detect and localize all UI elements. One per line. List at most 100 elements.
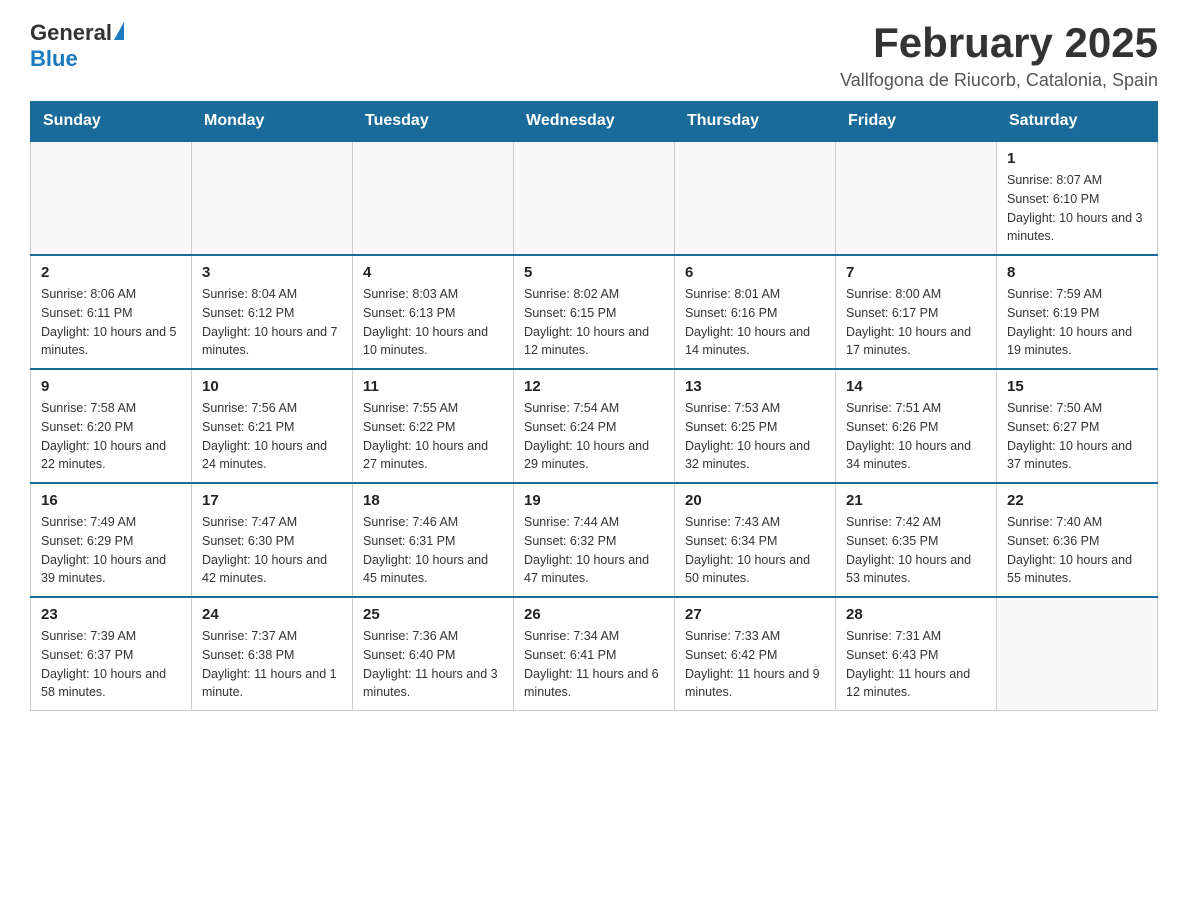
header-thursday: Thursday bbox=[675, 102, 836, 142]
calendar-title: February 2025 bbox=[840, 20, 1158, 66]
calendar-cell: 26 Sunrise: 7:34 AM Sunset: 6:41 PM Dayli… bbox=[514, 597, 675, 711]
title-block: February 2025 Vallfogona de Riucorb, Cat… bbox=[840, 20, 1158, 91]
day-info: Sunrise: 7:51 AM Sunset: 6:26 PM Dayligh… bbox=[846, 399, 986, 474]
day-number: 25 bbox=[363, 606, 503, 623]
day-info: Sunrise: 7:42 AM Sunset: 6:35 PM Dayligh… bbox=[846, 513, 986, 588]
calendar-subtitle: Vallfogona de Riucorb, Catalonia, Spain bbox=[840, 70, 1158, 91]
calendar-cell: 19Sunrise: 7:44 AM Sunset: 6:32 PM Dayli… bbox=[514, 483, 675, 597]
header-tuesday: Tuesday bbox=[353, 102, 514, 142]
day-number: 10 bbox=[202, 378, 342, 395]
day-info: Sunrise: 7:46 AM Sunset: 6:31 PM Dayligh… bbox=[363, 513, 503, 588]
day-number: 9 bbox=[41, 378, 181, 395]
calendar-cell bbox=[514, 141, 675, 255]
calendar-cell: 14 Sunrise: 7:51 AM Sunset: 6:26 PM Dayli… bbox=[836, 369, 997, 483]
calendar-cell bbox=[675, 141, 836, 255]
day-info: Sunrise: 7:55 AM Sunset: 6:22 PM Dayligh… bbox=[363, 399, 503, 474]
day-number: 16 bbox=[41, 492, 181, 509]
calendar-header-row: SundayMondayTuesdayWednesdayThursdayFrid… bbox=[31, 102, 1158, 142]
header-sunday: Sunday bbox=[31, 102, 192, 142]
day-number: 6 bbox=[685, 264, 825, 281]
calendar-cell: 20 Sunrise: 7:43 AM Sunset: 6:34 PM Dayli… bbox=[675, 483, 836, 597]
calendar-cell: 28 Sunrise: 7:31 AM Sunset: 6:43 PM Dayli… bbox=[836, 597, 997, 711]
day-number: 14 bbox=[846, 378, 986, 395]
day-number: 4 bbox=[363, 264, 503, 281]
calendar-cell: 7Sunrise: 8:00 AM Sunset: 6:17 PM Daylig… bbox=[836, 255, 997, 369]
day-info: Sunrise: 7:59 AM Sunset: 6:19 PM Dayligh… bbox=[1007, 285, 1147, 360]
calendar-cell: 22 Sunrise: 7:40 AM Sunset: 6:36 PM Dayli… bbox=[997, 483, 1158, 597]
day-info: Sunrise: 7:37 AM Sunset: 6:38 PM Dayligh… bbox=[202, 627, 342, 702]
day-number: 12 bbox=[524, 378, 664, 395]
day-number: 11 bbox=[363, 378, 503, 395]
calendar-cell: 16 Sunrise: 7:49 AM Sunset: 6:29 PM Dayli… bbox=[31, 483, 192, 597]
day-info: Sunrise: 7:43 AM Sunset: 6:34 PM Dayligh… bbox=[685, 513, 825, 588]
calendar-cell: 21 Sunrise: 7:42 AM Sunset: 6:35 PM Dayli… bbox=[836, 483, 997, 597]
day-number: 3 bbox=[202, 264, 342, 281]
day-info: Sunrise: 7:54 AM Sunset: 6:24 PM Dayligh… bbox=[524, 399, 664, 474]
calendar-table: SundayMondayTuesdayWednesdayThursdayFrid… bbox=[30, 101, 1158, 711]
day-info: Sunrise: 8:04 AM Sunset: 6:12 PM Dayligh… bbox=[202, 285, 342, 360]
day-number: 18 bbox=[363, 492, 503, 509]
calendar-week-row: 23 Sunrise: 7:39 AM Sunset: 6:37 PM Dayli… bbox=[31, 597, 1158, 711]
logo-triangle-icon bbox=[114, 22, 124, 40]
calendar-week-row: 2 Sunrise: 8:06 AM Sunset: 6:11 PM Daylig… bbox=[31, 255, 1158, 369]
day-number: 8 bbox=[1007, 264, 1147, 281]
calendar-cell: 27Sunrise: 7:33 AM Sunset: 6:42 PM Dayli… bbox=[675, 597, 836, 711]
calendar-cell bbox=[192, 141, 353, 255]
day-info: Sunrise: 7:36 AM Sunset: 6:40 PM Dayligh… bbox=[363, 627, 503, 702]
calendar-cell: 23 Sunrise: 7:39 AM Sunset: 6:37 PM Dayli… bbox=[31, 597, 192, 711]
day-info: Sunrise: 7:33 AM Sunset: 6:42 PM Dayligh… bbox=[685, 627, 825, 702]
page-header: General Blue February 2025 Vallfogona de… bbox=[30, 20, 1158, 91]
day-info: Sunrise: 7:49 AM Sunset: 6:29 PM Dayligh… bbox=[41, 513, 181, 588]
day-info: Sunrise: 8:02 AM Sunset: 6:15 PM Dayligh… bbox=[524, 285, 664, 360]
day-info: Sunrise: 7:34 AM Sunset: 6:41 PM Dayligh… bbox=[524, 627, 664, 702]
calendar-cell: 3 Sunrise: 8:04 AM Sunset: 6:12 PM Daylig… bbox=[192, 255, 353, 369]
day-number: 2 bbox=[41, 264, 181, 281]
day-number: 26 bbox=[524, 606, 664, 623]
day-number: 5 bbox=[524, 264, 664, 281]
day-number: 20 bbox=[685, 492, 825, 509]
calendar-week-row: 9 Sunrise: 7:58 AM Sunset: 6:20 PM Daylig… bbox=[31, 369, 1158, 483]
calendar-cell: 4 Sunrise: 8:03 AM Sunset: 6:13 PM Daylig… bbox=[353, 255, 514, 369]
logo-general-text: General bbox=[30, 20, 112, 46]
day-info: Sunrise: 7:50 AM Sunset: 6:27 PM Dayligh… bbox=[1007, 399, 1147, 474]
calendar-cell: 9 Sunrise: 7:58 AM Sunset: 6:20 PM Daylig… bbox=[31, 369, 192, 483]
day-number: 7 bbox=[846, 264, 986, 281]
calendar-cell: 12 Sunrise: 7:54 AM Sunset: 6:24 PM Dayli… bbox=[514, 369, 675, 483]
day-info: Sunrise: 7:31 AM Sunset: 6:43 PM Dayligh… bbox=[846, 627, 986, 702]
day-info: Sunrise: 7:39 AM Sunset: 6:37 PM Dayligh… bbox=[41, 627, 181, 702]
calendar-cell bbox=[353, 141, 514, 255]
header-wednesday: Wednesday bbox=[514, 102, 675, 142]
calendar-cell bbox=[997, 597, 1158, 711]
calendar-cell: 25 Sunrise: 7:36 AM Sunset: 6:40 PM Dayli… bbox=[353, 597, 514, 711]
header-saturday: Saturday bbox=[997, 102, 1158, 142]
day-info: Sunrise: 8:01 AM Sunset: 6:16 PM Dayligh… bbox=[685, 285, 825, 360]
calendar-cell: 5 Sunrise: 8:02 AM Sunset: 6:15 PM Daylig… bbox=[514, 255, 675, 369]
day-number: 1 bbox=[1007, 150, 1147, 167]
day-info: Sunrise: 7:40 AM Sunset: 6:36 PM Dayligh… bbox=[1007, 513, 1147, 588]
day-info: Sunrise: 8:06 AM Sunset: 6:11 PM Dayligh… bbox=[41, 285, 181, 360]
calendar-cell: 2 Sunrise: 8:06 AM Sunset: 6:11 PM Daylig… bbox=[31, 255, 192, 369]
header-friday: Friday bbox=[836, 102, 997, 142]
day-info: Sunrise: 7:47 AM Sunset: 6:30 PM Dayligh… bbox=[202, 513, 342, 588]
calendar-cell: 13 Sunrise: 7:53 AM Sunset: 6:25 PM Dayli… bbox=[675, 369, 836, 483]
calendar-cell bbox=[836, 141, 997, 255]
calendar-week-row: 1 Sunrise: 8:07 AM Sunset: 6:10 PM Daylig… bbox=[31, 141, 1158, 255]
day-info: Sunrise: 8:03 AM Sunset: 6:13 PM Dayligh… bbox=[363, 285, 503, 360]
day-info: Sunrise: 7:58 AM Sunset: 6:20 PM Dayligh… bbox=[41, 399, 181, 474]
day-info: Sunrise: 7:56 AM Sunset: 6:21 PM Dayligh… bbox=[202, 399, 342, 474]
day-number: 13 bbox=[685, 378, 825, 395]
day-number: 22 bbox=[1007, 492, 1147, 509]
calendar-cell: 15Sunrise: 7:50 AM Sunset: 6:27 PM Dayli… bbox=[997, 369, 1158, 483]
calendar-cell: 17Sunrise: 7:47 AM Sunset: 6:30 PM Dayli… bbox=[192, 483, 353, 597]
calendar-week-row: 16 Sunrise: 7:49 AM Sunset: 6:29 PM Dayli… bbox=[31, 483, 1158, 597]
day-number: 21 bbox=[846, 492, 986, 509]
calendar-cell: 1 Sunrise: 8:07 AM Sunset: 6:10 PM Daylig… bbox=[997, 141, 1158, 255]
day-info: Sunrise: 7:53 AM Sunset: 6:25 PM Dayligh… bbox=[685, 399, 825, 474]
day-number: 28 bbox=[846, 606, 986, 623]
day-number: 23 bbox=[41, 606, 181, 623]
day-info: Sunrise: 8:07 AM Sunset: 6:10 PM Dayligh… bbox=[1007, 171, 1147, 246]
calendar-cell: 18 Sunrise: 7:46 AM Sunset: 6:31 PM Dayli… bbox=[353, 483, 514, 597]
calendar-cell: 24Sunrise: 7:37 AM Sunset: 6:38 PM Dayli… bbox=[192, 597, 353, 711]
calendar-cell: 10 Sunrise: 7:56 AM Sunset: 6:21 PM Dayli… bbox=[192, 369, 353, 483]
calendar-cell: 8 Sunrise: 7:59 AM Sunset: 6:19 PM Daylig… bbox=[997, 255, 1158, 369]
